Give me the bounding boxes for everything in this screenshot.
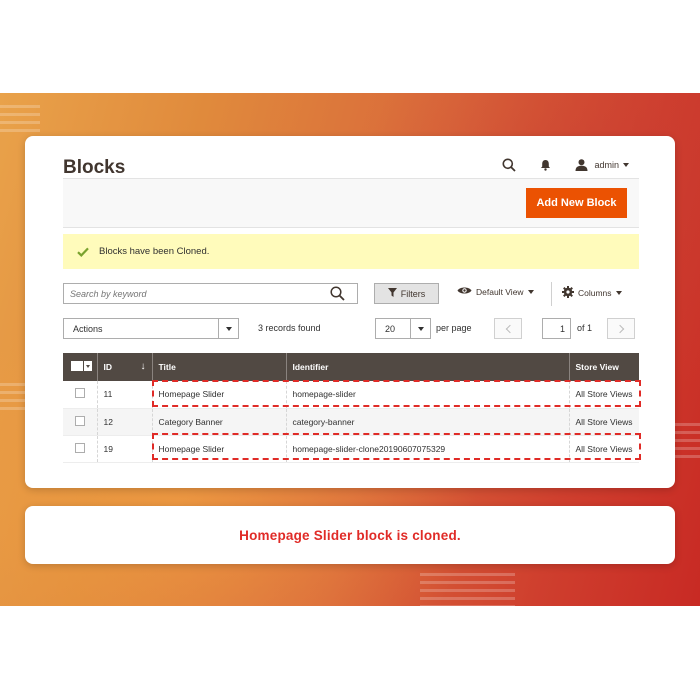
success-message-text: Blocks have been Cloned. (99, 246, 210, 257)
admin-menu[interactable]: admin (572, 156, 629, 174)
chevron-down-icon (615, 291, 622, 295)
cell-identifier[interactable]: homepage-slider-clone20190607075329 (286, 435, 570, 463)
per-page-select[interactable]: 20 (375, 318, 431, 339)
view-label: Default View (476, 286, 524, 297)
default-view-dropdown[interactable]: Default View (457, 286, 534, 297)
success-message: Blocks have been Cloned. (63, 234, 639, 269)
search-input[interactable] (64, 284, 314, 304)
caption-text: Homepage Slider block is cloned. (239, 527, 461, 543)
chevron-down-icon (623, 163, 629, 167)
row-checkbox[interactable] (75, 415, 85, 426)
check-icon (77, 247, 89, 257)
cell-store-view[interactable]: All Store Views (569, 435, 639, 463)
mass-actions-select[interactable]: Actions (63, 318, 239, 339)
header-tools: admin (500, 156, 629, 174)
bell-icon[interactable] (536, 156, 554, 174)
filters-button[interactable]: Filters (374, 283, 439, 304)
actions-label: Actions (73, 323, 103, 334)
column-header-id[interactable]: ID ↓ (96, 353, 153, 381)
search-icon[interactable] (500, 156, 518, 174)
cell-title[interactable]: Homepage Slider (152, 381, 287, 409)
per-page-label: per page (436, 323, 472, 333)
total-pages: of 1 (577, 323, 593, 333)
columns-label: Columns (578, 288, 612, 298)
chevron-left-icon (505, 324, 514, 333)
filters-label: Filters (400, 288, 426, 299)
cell-title[interactable]: Homepage Slider (152, 435, 287, 463)
table-row: 12 Category Banner category-banner All S… (63, 408, 639, 436)
admin-panel: Blocks admin Add New Block Blocks have b… (25, 136, 675, 488)
add-new-block-button[interactable]: Add New Block (526, 188, 627, 218)
per-page-value: 20 (385, 323, 396, 334)
user-icon (572, 156, 590, 174)
cell-id: 11 (97, 381, 153, 409)
mass-select-checkbox[interactable] (71, 361, 92, 371)
decor-stripes (420, 573, 515, 606)
mass-select-header[interactable] (63, 353, 98, 381)
columns-dropdown[interactable]: Columns (562, 286, 622, 300)
cell-store-view[interactable]: All Store Views (569, 381, 639, 409)
previous-page-button[interactable] (494, 318, 522, 339)
funnel-icon (387, 288, 397, 299)
cell-id: 19 (97, 435, 153, 463)
cell-identifier[interactable]: category-banner (286, 408, 570, 436)
column-header-title[interactable]: Title (151, 353, 287, 381)
records-count: 3 records found (258, 323, 321, 333)
row-checkbox-cell (63, 381, 98, 409)
page-actions-bar: Add New Block (63, 178, 639, 228)
gear-icon (562, 286, 574, 300)
table-row: 11 Homepage Slider homepage-slider All S… (63, 381, 639, 409)
current-page-input[interactable] (542, 318, 571, 339)
admin-name: admin (594, 160, 619, 170)
chevron-down-icon (527, 289, 534, 294)
cell-identifier[interactable]: homepage-slider (286, 381, 570, 409)
cell-id: 12 (97, 408, 153, 436)
next-page-button[interactable] (607, 318, 635, 339)
keyword-search (63, 283, 358, 304)
cell-title[interactable]: Category Banner (152, 408, 287, 436)
cell-store-view[interactable]: All Store Views (569, 408, 639, 436)
toolbar-divider (551, 282, 552, 306)
blocks-grid: ID ↓ Title Identifier Store View 11 Home… (63, 353, 639, 463)
chevron-right-icon (615, 324, 624, 333)
grid-header-row: ID ↓ Title Identifier Store View (63, 353, 639, 381)
page-title: Blocks (63, 157, 126, 178)
row-checkbox-cell (63, 408, 98, 436)
sort-arrow-icon: ↓ (140, 361, 146, 372)
chevron-down-icon (410, 319, 430, 338)
chevron-down-icon (218, 319, 238, 338)
table-row: 19 Homepage Slider homepage-slider-clone… (63, 435, 639, 463)
search-icon[interactable] (330, 286, 345, 306)
row-checkbox[interactable] (75, 442, 85, 453)
decor-stripes (0, 105, 40, 132)
column-header-identifier[interactable]: Identifier (285, 353, 570, 381)
row-checkbox-cell (63, 435, 98, 463)
column-header-store-view[interactable]: Store View (568, 353, 639, 381)
caption-box: Homepage Slider block is cloned. (25, 506, 675, 564)
row-checkbox[interactable] (75, 388, 85, 399)
eye-icon (457, 286, 472, 297)
